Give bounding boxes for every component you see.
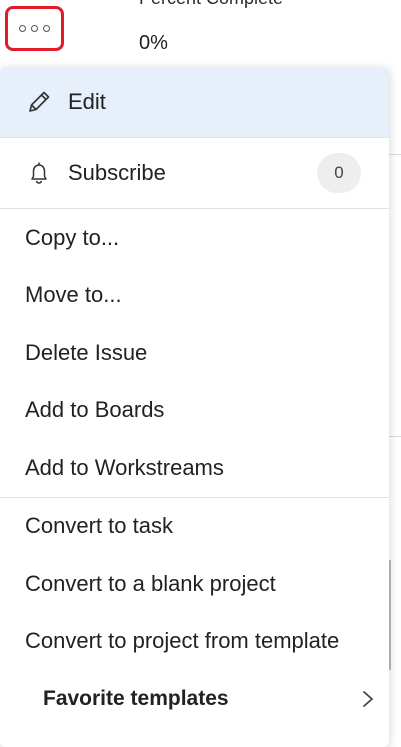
menu-item-move-to[interactable]: Move to...	[0, 267, 389, 325]
background-divider	[389, 154, 401, 155]
menu-item-delete-issue[interactable]: Delete Issue	[0, 324, 389, 382]
subscriber-count-badge: 0	[317, 153, 361, 193]
background-divider	[389, 436, 401, 437]
field-label: Percent Complete	[139, 0, 283, 9]
more-dot-icon	[19, 25, 26, 32]
actions-menu: Edit Subscribe 0 Copy to... Move to... D…	[0, 67, 389, 747]
pencil-icon	[26, 88, 54, 116]
menu-item-convert-to-task[interactable]: Convert to task	[0, 498, 389, 556]
menu-item-label: Favorite templates	[43, 687, 229, 710]
menu-item-copy-to[interactable]: Copy to...	[0, 209, 389, 267]
menu-item-convert-to-project-from-template[interactable]: Convert to project from template	[0, 613, 389, 671]
chevron-right-icon	[361, 689, 375, 709]
menu-item-add-to-workstreams[interactable]: Add to Workstreams	[0, 439, 389, 497]
more-dot-icon	[43, 25, 50, 32]
more-dot-icon	[31, 25, 38, 32]
menu-item-label: Edit	[68, 89, 106, 114]
menu-item-add-to-boards[interactable]: Add to Boards	[0, 382, 389, 440]
menu-item-convert-to-blank-project[interactable]: Convert to a blank project	[0, 555, 389, 613]
field-value: 0%	[139, 32, 168, 54]
bell-icon	[26, 159, 54, 187]
menu-item-favorite-templates[interactable]: Favorite templates	[0, 670, 389, 728]
menu-item-subscribe[interactable]: Subscribe 0	[0, 138, 389, 208]
more-options-button[interactable]	[5, 6, 64, 51]
menu-item-label: Subscribe	[68, 160, 166, 185]
background-edge	[389, 560, 391, 670]
menu-item-edit[interactable]: Edit	[0, 67, 389, 137]
